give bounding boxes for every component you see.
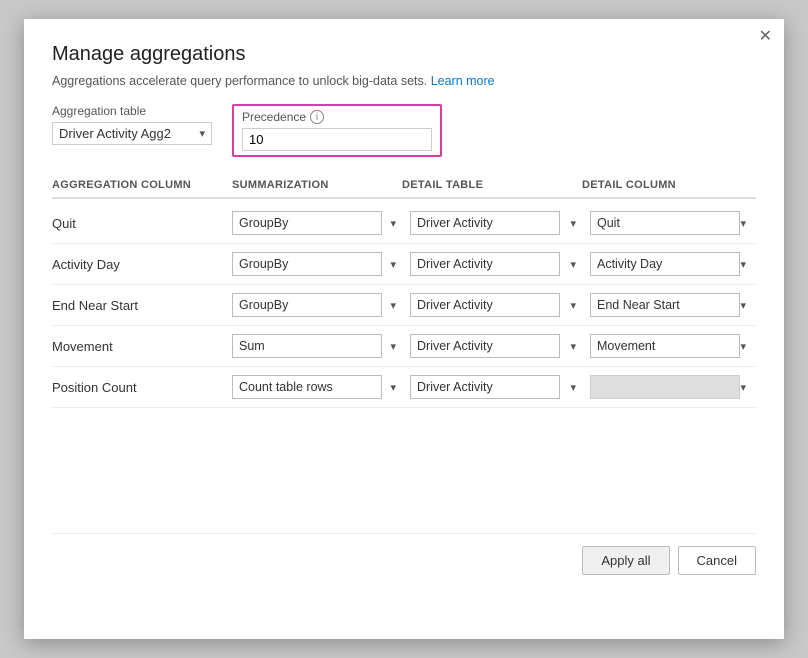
detail-table-select-endnearstart[interactable]: Driver Activity bbox=[410, 293, 582, 317]
aggregation-table-group: Aggregation table Driver Activity Agg2 ▾ bbox=[52, 104, 212, 145]
agg-col-label: Quit bbox=[52, 216, 232, 231]
detail-col-select-movement[interactable]: Movement bbox=[590, 334, 752, 358]
learn-more-link[interactable]: Learn more bbox=[431, 74, 495, 88]
col-header-detail-col: DETAIL COLUMN bbox=[582, 179, 752, 191]
delete-button[interactable]: 🗑 bbox=[752, 377, 756, 398]
table-row: Quit GroupBy Sum Count table rows Driver… bbox=[52, 203, 756, 244]
delete-button[interactable]: 🗑 bbox=[752, 254, 756, 275]
table-row: Activity Day GroupBy Sum Count table row… bbox=[52, 244, 756, 285]
col-header-agg: AGGREGATION COLUMN bbox=[52, 179, 232, 191]
delete-button[interactable]: 🗑 bbox=[752, 336, 756, 357]
delete-button[interactable]: 🗑 bbox=[752, 213, 756, 234]
detail-col-select-activityday[interactable]: Activity Day bbox=[590, 252, 752, 276]
col-header-detail-table: DETAIL TABLE bbox=[402, 179, 582, 191]
apply-all-button[interactable]: Apply all bbox=[582, 546, 669, 575]
table-headers: AGGREGATION COLUMN SUMMARIZATION DETAIL … bbox=[52, 173, 756, 199]
aggregations-table: Quit GroupBy Sum Count table rows Driver… bbox=[52, 203, 756, 513]
aggregation-table-select[interactable]: Driver Activity Agg2 ▾ bbox=[52, 122, 212, 145]
precedence-input[interactable] bbox=[242, 128, 432, 151]
agg-col-label: Movement bbox=[52, 339, 232, 354]
precedence-group: Precedence i bbox=[232, 104, 442, 157]
agg-col-label: Activity Day bbox=[52, 257, 232, 272]
detail-table-select-positioncount[interactable]: Driver Activity bbox=[410, 375, 582, 399]
summarization-select-activityday[interactable]: GroupBy Sum Count table rows bbox=[232, 252, 402, 276]
detail-table-select-movement[interactable]: Driver Activity bbox=[410, 334, 582, 358]
cancel-button[interactable]: Cancel bbox=[678, 546, 756, 575]
table-row: Movement GroupBy Sum Count table rows Dr… bbox=[52, 326, 756, 367]
precedence-label: Precedence i bbox=[242, 110, 432, 124]
summarization-select-movement[interactable]: GroupBy Sum Count table rows bbox=[232, 334, 402, 358]
delete-button[interactable]: 🗑 bbox=[752, 295, 756, 316]
detail-col-select-quit[interactable]: Quit bbox=[590, 211, 752, 235]
dialog-footer: Apply all Cancel bbox=[52, 533, 756, 575]
detail-col-select-positioncount[interactable] bbox=[590, 375, 752, 399]
chevron-down-icon: ▾ bbox=[199, 127, 205, 140]
detail-table-select-quit[interactable]: Driver Activity bbox=[410, 211, 582, 235]
agg-col-label: Position Count bbox=[52, 380, 232, 395]
detail-col-select-endnearstart[interactable]: End Near Start bbox=[590, 293, 752, 317]
dialog-description: Aggregations accelerate query performanc… bbox=[52, 74, 756, 88]
agg-col-label: End Near Start bbox=[52, 298, 232, 313]
table-row: Position Count GroupBy Sum Count table r… bbox=[52, 367, 756, 408]
close-button[interactable]: ✕ bbox=[759, 29, 772, 45]
summarization-select-positioncount[interactable]: GroupBy Sum Count table rows bbox=[232, 375, 402, 399]
dialog-title: Manage aggregations bbox=[52, 43, 756, 66]
top-controls: Aggregation table Driver Activity Agg2 ▾… bbox=[52, 104, 756, 157]
detail-table-select-activityday[interactable]: Driver Activity bbox=[410, 252, 582, 276]
aggregation-table-label: Aggregation table bbox=[52, 104, 212, 118]
info-icon: i bbox=[310, 110, 324, 124]
table-row: End Near Start GroupBy Sum Count table r… bbox=[52, 285, 756, 326]
col-header-summarization: SUMMARIZATION bbox=[232, 179, 402, 191]
summarization-select-endnearstart[interactable]: GroupBy Sum Count table rows bbox=[232, 293, 402, 317]
manage-aggregations-dialog: ✕ Manage aggregations Aggregations accel… bbox=[24, 19, 784, 639]
summarization-select-quit[interactable]: GroupBy Sum Count table rows bbox=[232, 211, 402, 235]
